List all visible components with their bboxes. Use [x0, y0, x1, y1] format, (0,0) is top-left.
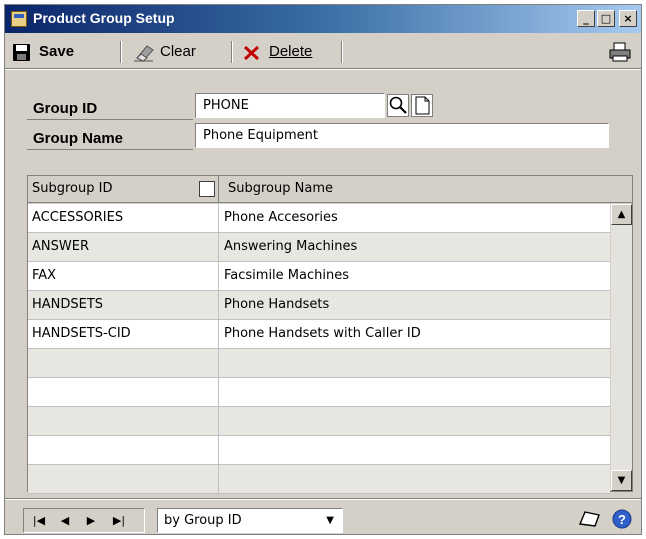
subgroup-name-cell[interactable]: [220, 349, 610, 377]
save-icon: [13, 44, 30, 61]
chevron-down-icon: ▼: [326, 515, 334, 526]
minimize-button[interactable]: _: [577, 10, 595, 27]
subgroup-name-cell[interactable]: [220, 465, 610, 493]
subgroup-id-cell[interactable]: [28, 349, 219, 377]
subgroup-name-cell[interactable]: Facsimile Machines: [220, 262, 610, 290]
subgroup-id-cell[interactable]: FAX: [28, 262, 219, 290]
previous-record-button[interactable]: ◀: [54, 512, 76, 530]
table-row[interactable]: [28, 378, 610, 407]
subgroup-id-cell[interactable]: HANDSETS-CID: [28, 320, 219, 348]
delete-x-icon: [243, 45, 260, 61]
toolbar: Save Clear Delete: [5, 35, 641, 69]
group-name-label: Group Name: [33, 130, 124, 147]
lookup-icon: [389, 96, 407, 114]
group-id-field[interactable]: PHONE: [195, 93, 385, 118]
table-row[interactable]: [28, 349, 610, 378]
eraser-icon: [134, 45, 154, 62]
label-underline: [27, 119, 193, 120]
table-row[interactable]: HANDSETS-CID Phone Handsets with Caller I…: [28, 320, 610, 349]
subgroup-name-cell[interactable]: [220, 436, 610, 464]
subgroup-id-cell[interactable]: HANDSETS: [28, 291, 219, 319]
sort-order-select[interactable]: by Group ID ▼: [157, 508, 343, 533]
subgroup-name-cell[interactable]: Answering Machines: [220, 233, 610, 261]
save-label: Save: [39, 43, 75, 60]
toolbar-separator: [120, 41, 122, 63]
expand-rows-button[interactable]: [199, 181, 215, 197]
scroll-up-button[interactable]: ▲: [611, 204, 632, 225]
subgroup-name-cell[interactable]: [220, 378, 610, 406]
record-navigator: |◀ ◀ ▶ ▶|: [23, 508, 145, 533]
note-icon: [415, 96, 430, 115]
grid-scrollbar[interactable]: ▲ ▼: [611, 204, 632, 491]
sort-order-value: by Group ID: [164, 513, 242, 528]
group-id-label: Group ID: [33, 100, 98, 117]
delete-label: Delete: [269, 43, 313, 60]
table-row[interactable]: ACCESSORIES Phone Accesories: [28, 204, 610, 233]
toolbar-separator: [341, 41, 343, 63]
note-icon[interactable]: [577, 509, 603, 529]
group-name-field[interactable]: Phone Equipment: [195, 123, 609, 148]
product-group-setup-window: Product Group Setup _ □ × Save Clear Del…: [4, 4, 642, 535]
subgroup-id-cell[interactable]: ACCESSORIES: [28, 204, 219, 232]
label-underline: [27, 149, 193, 150]
subgroup-grid: Subgroup ID Subgroup Name ACCESSORIES Pho…: [27, 175, 633, 494]
table-row[interactable]: [28, 407, 610, 436]
table-row[interactable]: [28, 465, 610, 494]
subgroup-id-cell[interactable]: ANSWER: [28, 233, 219, 261]
bottom-bar: |◀ ◀ ▶ ▶| by Group ID ▼ ?: [5, 498, 641, 534]
clear-label: Clear: [160, 43, 196, 60]
subgroup-name-cell[interactable]: Phone Handsets with Caller ID: [220, 320, 610, 348]
subgroup-name-cell[interactable]: Phone Handsets: [220, 291, 610, 319]
window-icon: [11, 11, 27, 27]
subgroup-id-cell[interactable]: [28, 378, 219, 406]
close-button[interactable]: ×: [619, 10, 637, 27]
help-icon[interactable]: ?: [611, 508, 633, 530]
title-bar: Product Group Setup _ □ ×: [5, 5, 641, 33]
next-record-button[interactable]: ▶: [80, 512, 102, 530]
grid-header: Subgroup ID Subgroup Name: [28, 176, 632, 203]
subgroup-id-cell[interactable]: [28, 436, 219, 464]
table-row[interactable]: FAX Facsimile Machines: [28, 262, 610, 291]
printer-icon[interactable]: [609, 42, 631, 62]
column-header-subgroup-id[interactable]: Subgroup ID: [28, 176, 219, 202]
toolbar-separator: [231, 41, 233, 63]
scroll-down-button[interactable]: ▼: [611, 470, 632, 491]
last-record-button[interactable]: ▶|: [108, 512, 130, 530]
column-header-subgroup-name[interactable]: Subgroup Name: [224, 176, 632, 202]
table-row[interactable]: [28, 436, 610, 465]
subgroup-name-cell[interactable]: [220, 407, 610, 435]
lookup-button[interactable]: [387, 94, 409, 117]
table-row[interactable]: HANDSETS Phone Handsets: [28, 291, 610, 320]
new-note-button[interactable]: [411, 94, 433, 117]
maximize-button[interactable]: □: [597, 10, 615, 27]
window-title: Product Group Setup: [33, 10, 175, 26]
subgroup-id-cell[interactable]: [28, 407, 219, 435]
first-record-button[interactable]: |◀: [28, 512, 50, 530]
svg-text:?: ?: [618, 512, 626, 527]
subgroup-id-cell[interactable]: [28, 465, 219, 493]
subgroup-name-cell[interactable]: Phone Accesories: [220, 204, 610, 232]
table-row[interactable]: ANSWER Answering Machines: [28, 233, 610, 262]
